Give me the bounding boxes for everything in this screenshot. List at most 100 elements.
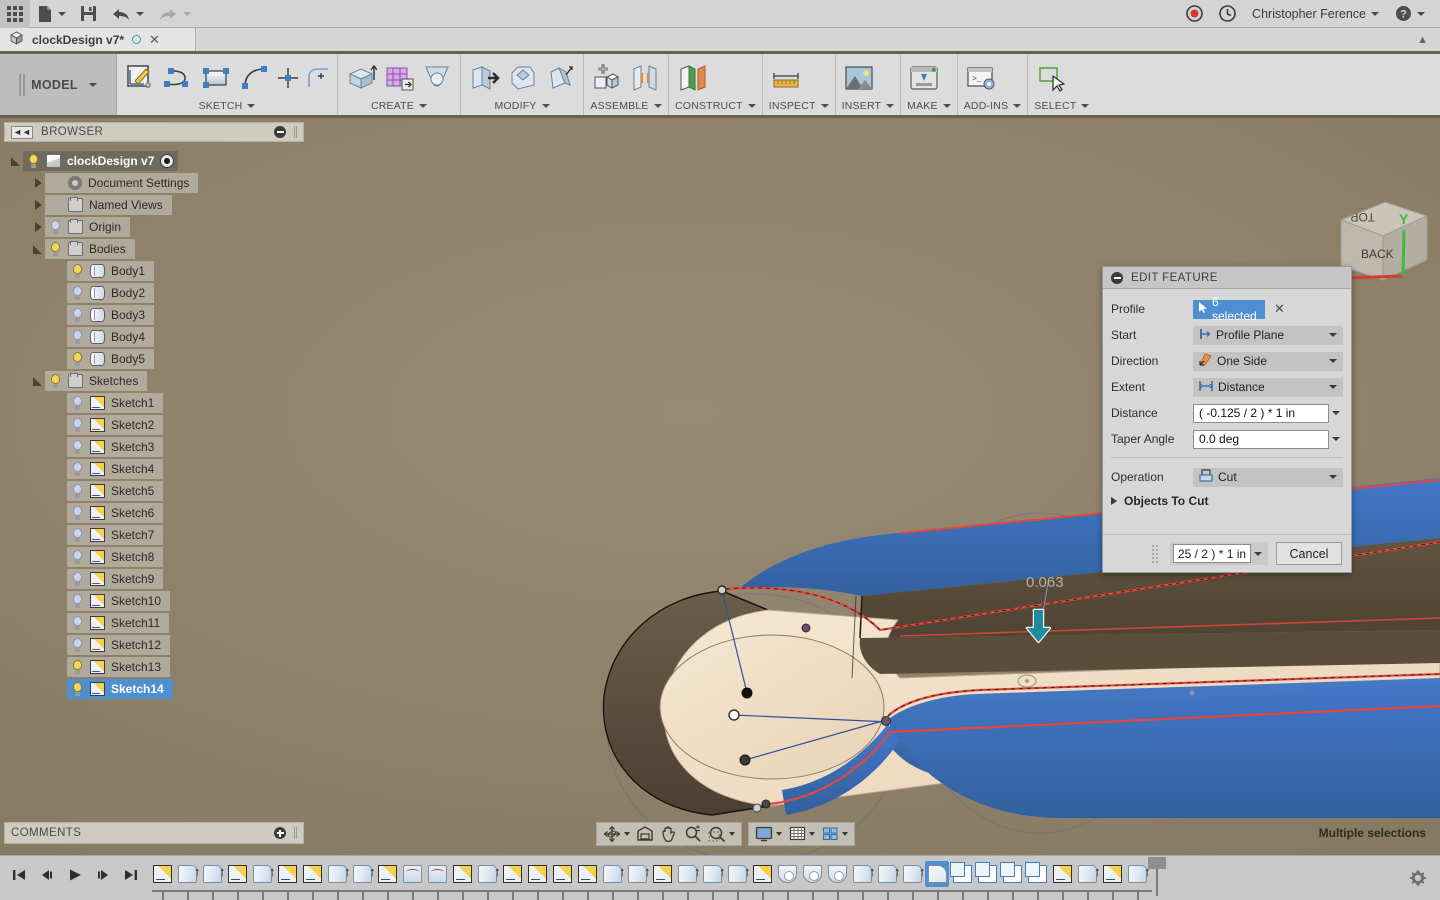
save-icon[interactable] (73, 0, 104, 28)
distance-expression-dropdown[interactable] (1329, 404, 1343, 423)
browser-item-sketch3[interactable]: Sketch3 (10, 436, 305, 458)
redo-icon[interactable] (151, 0, 198, 28)
press-pull-icon[interactable] (467, 59, 501, 97)
new-document-icon[interactable] (30, 0, 73, 28)
timeline-feature-extrude-37[interactable] (1075, 861, 1099, 887)
pan-icon[interactable] (657, 824, 681, 844)
browser-item-chip[interactable]: Sketch13 (67, 657, 170, 677)
timeline-feature-sketch-16[interactable] (550, 861, 574, 887)
visibility-bulb-icon[interactable] (49, 374, 62, 389)
visibility-bulb-icon[interactable] (71, 572, 84, 587)
dialog-title-bar[interactable]: EDIT FEATURE (1103, 267, 1351, 289)
visibility-bulb-icon[interactable] (71, 418, 84, 433)
ribbon-panel-label-assemble[interactable]: ASSEMBLE (590, 99, 662, 113)
visibility-bulb-icon[interactable] (71, 616, 84, 631)
browser-item-chip[interactable]: Bodies (45, 239, 135, 259)
browser-item-chip[interactable]: Sketch3 (67, 437, 163, 457)
browser-item-chip[interactable]: Sketch10 (67, 591, 170, 611)
panel-grip[interactable] (294, 126, 297, 138)
browser-item-origin[interactable]: Origin (10, 216, 305, 238)
timeline-feature-pattern-35[interactable] (1025, 861, 1049, 887)
browser-item-sketch5[interactable]: Sketch5 (10, 480, 305, 502)
browser-item-document-settings[interactable]: Document Settings (10, 172, 305, 194)
browser-item-sketch12[interactable]: Sketch12 (10, 634, 305, 656)
timeline-feature-sketch-0[interactable] (150, 861, 174, 887)
browser-item-clockdesign-v7[interactable]: clockDesign v7 (10, 150, 305, 172)
help-menu[interactable]: ? (1388, 0, 1432, 28)
ribbon-panel-label-sketch[interactable]: SKETCH (123, 99, 331, 113)
timeline-track[interactable] (150, 856, 1440, 900)
distance-input[interactable]: ( -0.125 / 2 ) * 1 in (1193, 404, 1329, 423)
visibility-bulb-icon[interactable] (71, 506, 84, 521)
visibility-bulb-icon[interactable] (71, 308, 84, 323)
ribbon-panel-label-addins[interactable]: ADD-INS (964, 99, 1022, 113)
timeline-feature-extrude-29[interactable] (875, 861, 899, 887)
line-icon[interactable] (161, 59, 195, 97)
timeline-feature-extrude-7[interactable] (325, 861, 349, 887)
timeline-feature-sketch-15[interactable] (525, 861, 549, 887)
browser-item-chip[interactable]: Sketch14 (67, 679, 173, 699)
ok-value-group[interactable]: 25 / 2 ) * 1 in (1170, 542, 1268, 565)
spline-icon[interactable] (237, 59, 271, 97)
drag-arrow-icon[interactable] (1022, 608, 1054, 646)
browser-item-chip[interactable]: Sketch12 (67, 635, 170, 655)
scripts-addins-icon[interactable]: >_ (964, 59, 998, 97)
visibility-bulb-icon[interactable] (49, 242, 62, 257)
create-sketch-icon[interactable] (123, 59, 157, 97)
timeline-feature-extrude-1[interactable] (175, 861, 199, 887)
visibility-bulb-icon[interactable] (71, 462, 84, 477)
browser-item-sketch6[interactable]: Sketch6 (10, 502, 305, 524)
browser-item-chip[interactable]: Sketch4 (67, 459, 163, 479)
browser-item-chip[interactable]: Sketch9 (67, 569, 163, 589)
ribbon-panel-label-make[interactable]: MAKE (907, 99, 951, 113)
browser-item-chip[interactable]: Body4 (67, 327, 154, 347)
timeline-feature-extrude-4[interactable] (250, 861, 274, 887)
ribbon-panel-label-construct[interactable]: CONSTRUCT (675, 99, 756, 113)
browser-item-chip[interactable]: Body1 (67, 261, 154, 281)
close-icon[interactable]: ✕ (149, 33, 160, 46)
timeline-end-marker[interactable] (1156, 858, 1158, 896)
taper-expression-dropdown[interactable] (1329, 430, 1343, 449)
profile-selection-button[interactable]: 6 selected (1193, 300, 1265, 319)
visibility-bulb-icon[interactable] (71, 638, 84, 653)
revolve-icon[interactable] (420, 59, 454, 97)
measure-icon[interactable] (769, 59, 803, 97)
timeline-feature-extrude-13[interactable] (475, 861, 499, 887)
timeline-feature-sketch-14[interactable] (500, 861, 524, 887)
chevron-down-icon[interactable] (809, 832, 815, 836)
taper-angle-input[interactable]: 0.0 deg (1193, 430, 1329, 449)
timeline-feature-pattern-34[interactable] (1000, 861, 1024, 887)
timeline-feature-loft-11[interactable] (425, 861, 449, 887)
browser-item-chip[interactable]: Sketch5 (67, 481, 163, 501)
expander-open-icon[interactable] (10, 155, 23, 168)
timeline-feature-sketch-3[interactable] (225, 861, 249, 887)
extent-dropdown[interactable]: Distance (1193, 378, 1343, 397)
undo-icon[interactable] (104, 0, 151, 28)
browser-item-body2[interactable]: Body2 (10, 282, 305, 304)
timeline-feature-pattern-32[interactable] (950, 861, 974, 887)
browser-item-chip[interactable]: Body3 (67, 305, 154, 325)
timeline-feature-sketch-5[interactable] (275, 861, 299, 887)
visibility-bulb-icon[interactable] (71, 286, 84, 301)
record-icon[interactable] (1179, 0, 1210, 28)
browser-item-body4[interactable]: Body4 (10, 326, 305, 348)
browser-item-chip[interactable]: Sketches (45, 371, 147, 391)
browser-item-sketch2[interactable]: Sketch2 (10, 414, 305, 436)
timeline-feature-extrude-2[interactable] (200, 861, 224, 887)
grid-snaps-icon[interactable] (785, 824, 809, 844)
ribbon-panel-label-inspect[interactable]: INSPECT (769, 99, 829, 113)
visibility-bulb-icon[interactable] (71, 330, 84, 345)
visibility-bulb-icon[interactable] (71, 550, 84, 565)
chamfer-icon[interactable] (505, 59, 539, 97)
timeline-feature-extrude-23[interactable] (725, 861, 749, 887)
zoom-icon[interactable] (681, 824, 705, 844)
minus-circle-icon[interactable] (274, 126, 286, 138)
extrude-icon[interactable] (344, 59, 378, 97)
3d-print-icon[interactable] (907, 59, 941, 97)
cancel-button[interactable]: Cancel (1276, 542, 1342, 565)
timeline-feature-rev-27[interactable] (825, 861, 849, 887)
timeline-feature-sketch-6[interactable] (300, 861, 324, 887)
visibility-bulb-icon[interactable] (71, 594, 84, 609)
browser-item-sketch7[interactable]: Sketch7 (10, 524, 305, 546)
ribbon-panel-label-insert[interactable]: INSERT (842, 99, 895, 113)
